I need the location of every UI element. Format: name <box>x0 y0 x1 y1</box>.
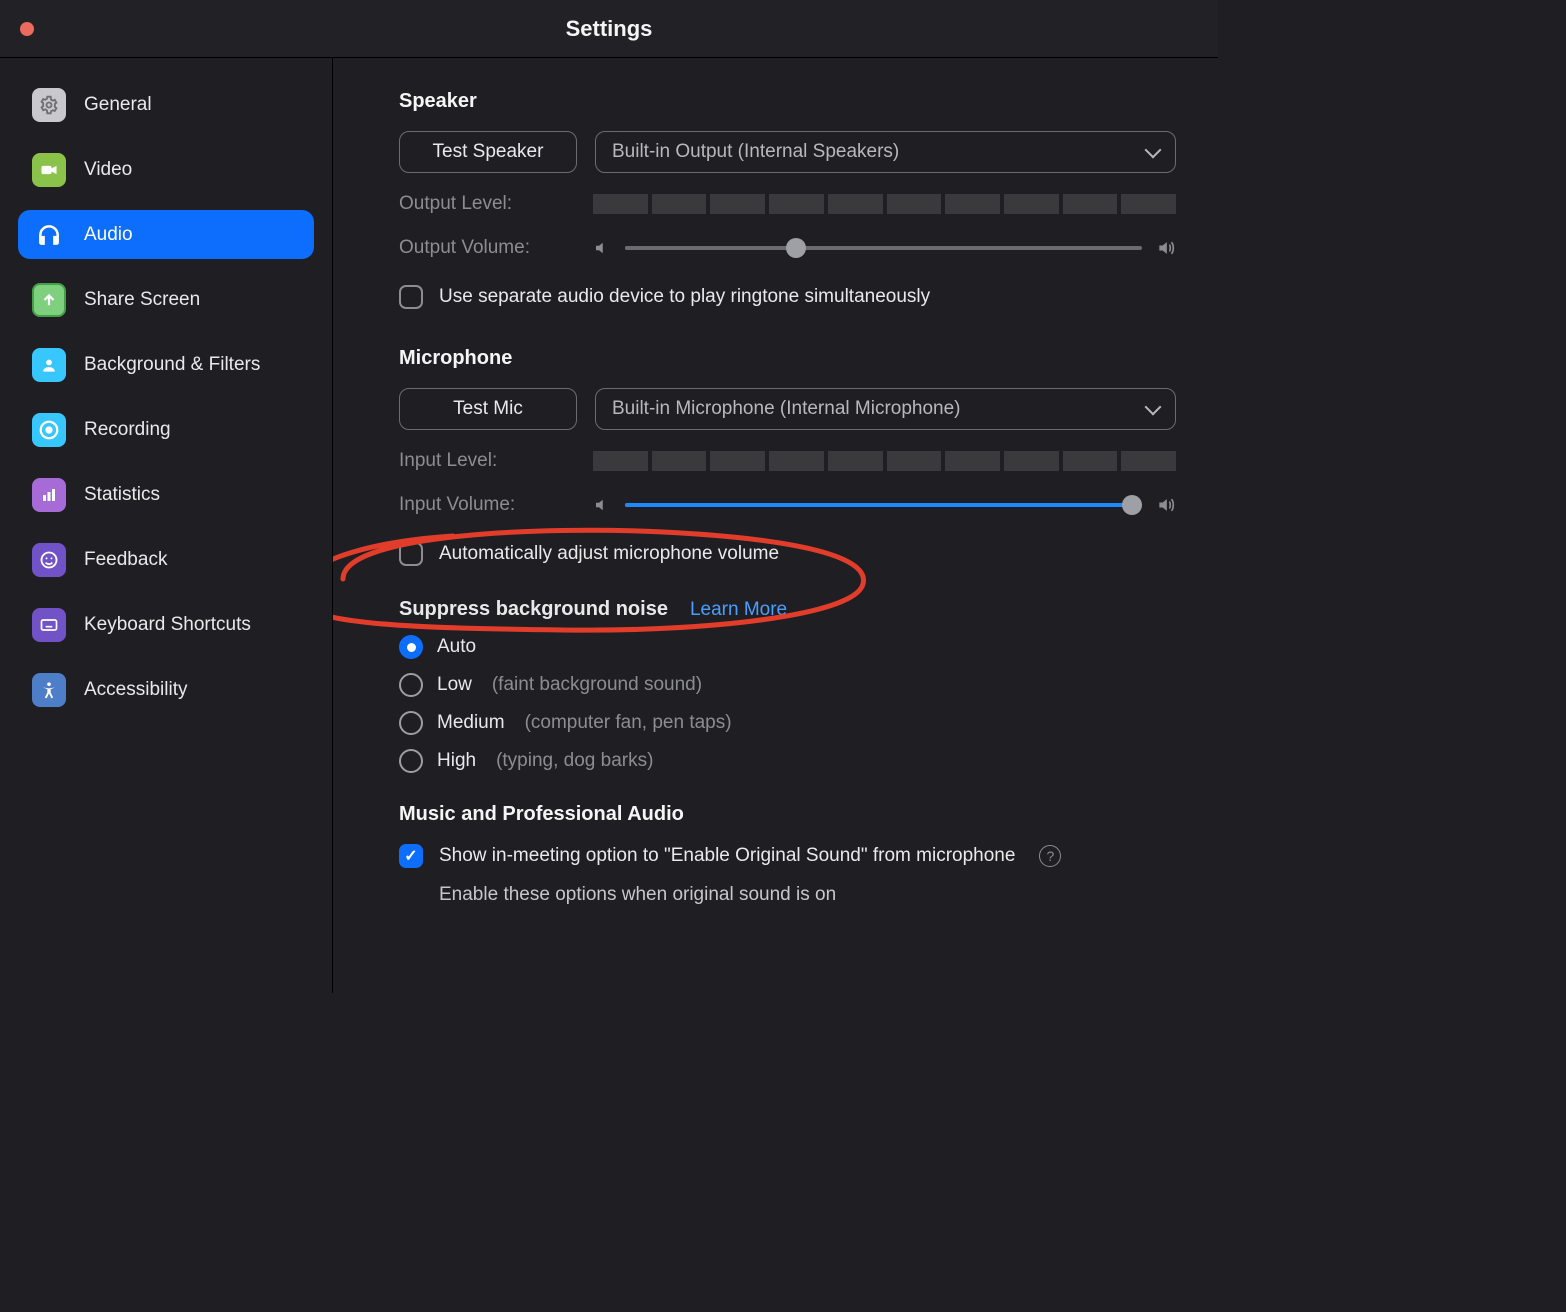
music-audio-heading: Music and Professional Audio <box>399 803 1176 826</box>
sidebar-item-audio[interactable]: Audio <box>18 210 314 259</box>
sidebar-item-label: Recording <box>84 419 171 441</box>
content-pane: Speaker Test Speaker Built-in Output (In… <box>333 58 1218 993</box>
input-level-meter <box>593 451 1176 471</box>
microphone-heading: Microphone <box>399 347 1176 370</box>
sidebar-item-label: Statistics <box>84 484 160 506</box>
record-icon <box>32 413 66 447</box>
test-speaker-button[interactable]: Test Speaker <box>399 131 577 173</box>
suppress-radio-label: Medium <box>437 712 505 734</box>
suppress-radio-hint: (typing, dog barks) <box>496 750 653 772</box>
settings-window: Settings General Video Audio <box>0 0 1218 993</box>
output-level-meter <box>593 194 1176 214</box>
microphone-device-label: Built-in Microphone (Internal Microphone… <box>612 398 961 420</box>
sidebar-item-label: Share Screen <box>84 289 200 311</box>
output-volume-label: Output Volume: <box>399 237 593 259</box>
sidebar-item-recording[interactable]: Recording <box>18 405 314 454</box>
sidebar-item-statistics[interactable]: Statistics <box>18 470 314 519</box>
suppress-radio-medium[interactable] <box>399 711 423 735</box>
suppress-radio-hint: (faint background sound) <box>492 674 702 696</box>
suppress-radio-high[interactable] <box>399 749 423 773</box>
titlebar: Settings <box>0 0 1218 58</box>
sidebar-item-feedback[interactable]: Feedback <box>18 535 314 584</box>
speaker-device-select[interactable]: Built-in Output (Internal Speakers) <box>595 131 1176 173</box>
headphones-icon <box>32 218 66 252</box>
suppress-learn-more-link[interactable]: Learn More <box>690 599 787 621</box>
smiley-icon <box>32 543 66 577</box>
suppress-radio-low[interactable] <box>399 673 423 697</box>
auto-adjust-mic-label: Automatically adjust microphone volume <box>439 543 779 565</box>
separate-ringtone-checkbox[interactable] <box>399 285 423 309</box>
microphone-device-select[interactable]: Built-in Microphone (Internal Microphone… <box>595 388 1176 430</box>
help-icon[interactable]: ? <box>1039 845 1061 867</box>
chevron-down-icon <box>1145 141 1162 158</box>
suppress-noise-heading: Suppress background noise <box>399 598 668 621</box>
window-controls <box>20 22 34 36</box>
sidebar: General Video Audio Share Screen <box>0 58 333 993</box>
suppress-radio-hint: (computer fan, pen taps) <box>525 712 732 734</box>
sidebar-item-label: General <box>84 94 152 116</box>
sidebar-item-accessibility[interactable]: Accessibility <box>18 665 314 714</box>
sidebar-item-video[interactable]: Video <box>18 145 314 194</box>
test-mic-button[interactable]: Test Mic <box>399 388 577 430</box>
suppress-radio-label: High <box>437 750 476 772</box>
chevron-down-icon <box>1145 398 1162 415</box>
sidebar-item-label: Feedback <box>84 549 167 571</box>
input-volume-slider[interactable] <box>593 495 1176 515</box>
separate-ringtone-label: Use separate audio device to play ringto… <box>439 286 930 308</box>
sidebar-item-label: Keyboard Shortcuts <box>84 614 251 636</box>
sidebar-item-keyboard-shortcuts[interactable]: Keyboard Shortcuts <box>18 600 314 649</box>
speaker-low-icon <box>593 239 611 257</box>
body: General Video Audio Share Screen <box>0 58 1218 993</box>
keyboard-icon <box>32 608 66 642</box>
window-title: Settings <box>0 16 1218 42</box>
gear-icon <box>32 88 66 122</box>
input-level-label: Input Level: <box>399 450 593 472</box>
share-screen-icon <box>32 283 66 317</box>
sidebar-item-label: Accessibility <box>84 679 187 701</box>
input-volume-label: Input Volume: <box>399 494 593 516</box>
sidebar-item-general[interactable]: General <box>18 80 314 129</box>
speaker-low-icon <box>593 496 611 514</box>
sidebar-item-background-filters[interactable]: Background & Filters <box>18 340 314 389</box>
accessibility-icon <box>32 673 66 707</box>
sidebar-item-share-screen[interactable]: Share Screen <box>18 275 314 324</box>
bar-chart-icon <box>32 478 66 512</box>
output-level-label: Output Level: <box>399 193 593 215</box>
close-window-button[interactable] <box>20 22 34 36</box>
show-original-sound-label: Show in-meeting option to "Enable Origin… <box>439 845 1015 867</box>
sidebar-item-label: Background & Filters <box>84 354 260 376</box>
speaker-high-icon <box>1156 238 1176 258</box>
auto-adjust-mic-checkbox[interactable] <box>399 542 423 566</box>
original-sound-hint: Enable these options when original sound… <box>439 884 1176 906</box>
sidebar-item-label: Video <box>84 159 132 181</box>
suppress-radio-auto[interactable] <box>399 635 423 659</box>
suppress-radio-label: Auto <box>437 636 476 658</box>
show-original-sound-checkbox[interactable] <box>399 844 423 868</box>
speaker-device-label: Built-in Output (Internal Speakers) <box>612 141 899 163</box>
suppress-radio-label: Low <box>437 674 472 696</box>
video-icon <box>32 153 66 187</box>
speaker-high-icon <box>1156 495 1176 515</box>
speaker-heading: Speaker <box>399 90 1176 113</box>
sidebar-item-label: Audio <box>84 224 133 246</box>
output-volume-slider[interactable] <box>593 238 1176 258</box>
person-icon <box>32 348 66 382</box>
